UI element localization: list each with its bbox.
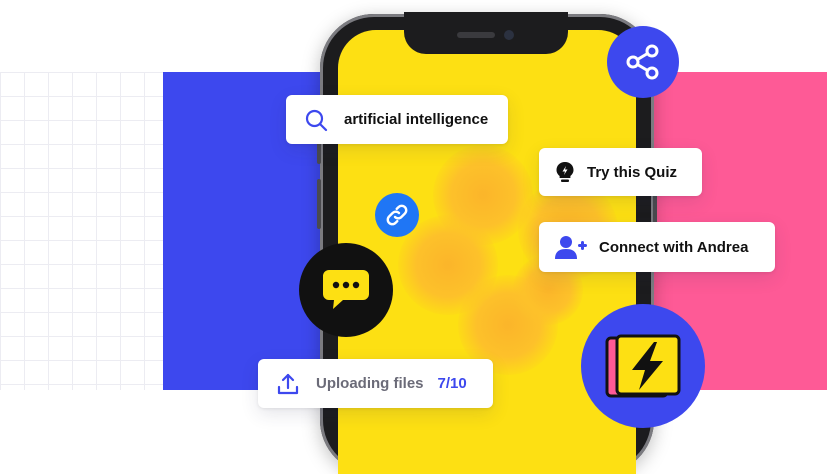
phone-speaker (457, 32, 495, 38)
search-icon (304, 108, 328, 132)
share-button[interactable] (607, 26, 679, 98)
upload-label: Uploading files (316, 375, 424, 392)
chat-bubble-icon (321, 268, 371, 312)
connect-label: Connect with Andrea (599, 238, 749, 256)
search-query: artificial intelligence (344, 111, 489, 128)
share-icon (625, 44, 661, 80)
link-icon (385, 203, 409, 227)
try-quiz-button[interactable]: Try this Quiz (539, 148, 702, 196)
app-logo (581, 304, 705, 428)
link-button[interactable] (375, 193, 419, 237)
upload-icon (276, 372, 300, 396)
lightning-bolt-icon (605, 334, 681, 398)
upload-progress: Uploading files 7/10 (258, 359, 493, 408)
try-quiz-label: Try this Quiz (587, 163, 678, 181)
phone-side-button (317, 179, 321, 229)
phone-notch (404, 12, 568, 54)
add-user-icon (555, 235, 587, 259)
lightbulb-icon (555, 161, 575, 183)
connect-button[interactable]: Connect with Andrea (539, 222, 775, 272)
upload-count: 7/10 (437, 375, 467, 392)
chat-button[interactable] (299, 243, 393, 337)
search-bar[interactable]: artificial intelligence (286, 95, 508, 144)
phone-camera (504, 30, 514, 40)
